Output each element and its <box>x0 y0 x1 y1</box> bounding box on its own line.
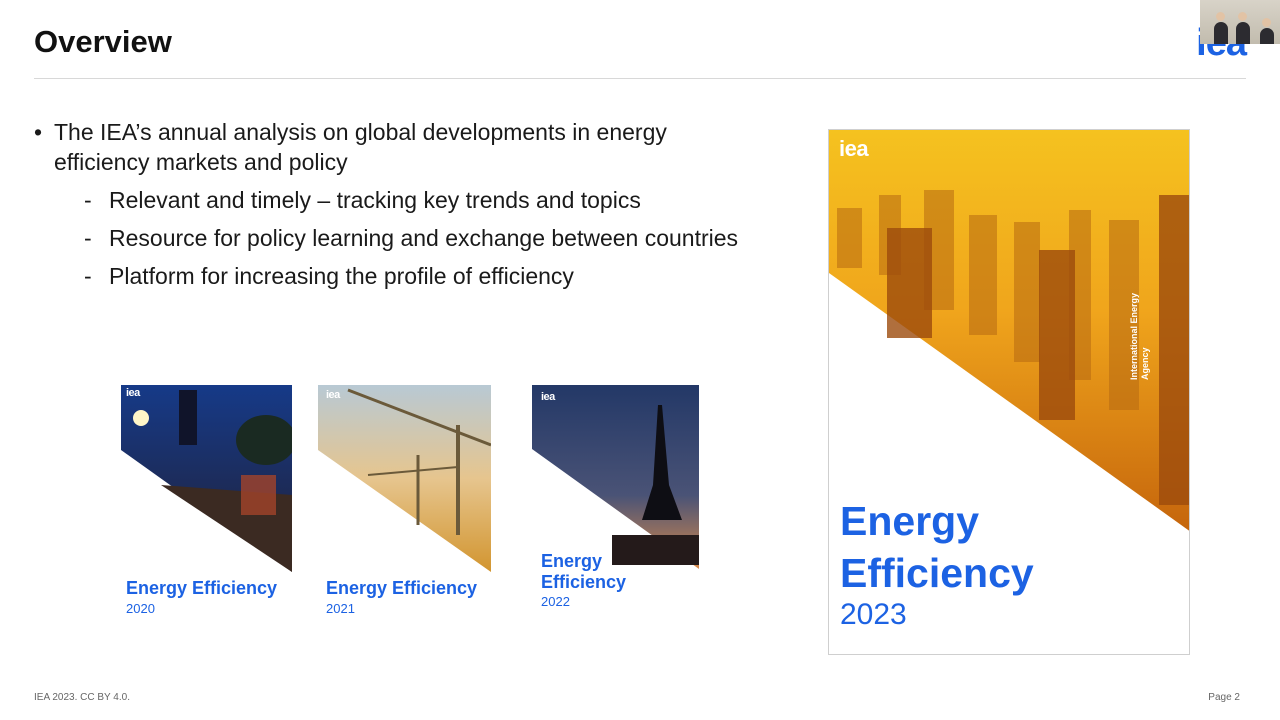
report-cover-2022: iea Energy Efficiency 2022 <box>532 385 699 615</box>
overview-bullets: • The IEA’s annual analysis on global de… <box>34 117 824 291</box>
report-cover-2020: iea Energy Efficiency 2020 <box>121 385 292 617</box>
cover-title-line2: Efficiency <box>840 550 1034 596</box>
sub-bullet-2: - Resource for policy learning and excha… <box>84 225 739 251</box>
sub-bullet-3: - Platform for increasing the profile of… <box>84 263 574 289</box>
report-cover-2023: iea International Energy Agency Energy E… <box>828 129 1190 655</box>
cover-logo: iea <box>839 136 869 161</box>
page-title: Overview <box>34 24 172 59</box>
cover-logo: iea <box>326 389 340 401</box>
cover-year: 2020 <box>126 601 155 616</box>
webcam-thumbnail[interactable] <box>1200 0 1280 44</box>
cover-title-line1: Energy <box>840 498 979 544</box>
report-cover-2021: iea Energy Efficiency 2021 <box>318 385 491 617</box>
cover-title-line1: Energy <box>541 551 603 571</box>
bullet-main-text: The IEA’s annual analysis on global deve… <box>54 119 667 175</box>
cover-title-line2: Efficiency <box>541 572 627 592</box>
footer-license: IEA 2023. CC BY 4.0. <box>34 692 130 703</box>
cover-logo: iea <box>541 391 555 403</box>
bullet-main: • The IEA’s annual analysis on global de… <box>34 117 824 177</box>
bullet-dot: • <box>34 119 43 145</box>
cover-title: Energy Efficiency <box>126 578 278 598</box>
sub-bullet-text: Platform for increasing the profile of e… <box>109 263 574 289</box>
cover-year: 2023 <box>840 598 907 631</box>
sub-bullet-text: Relevant and timely – tracking key trend… <box>109 187 641 213</box>
cover-title: Energy Efficiency <box>326 578 478 598</box>
cover-year: 2022 <box>541 594 570 609</box>
footer-page-number: Page 2 <box>1208 692 1240 703</box>
cover-year: 2021 <box>326 601 355 616</box>
sub-bullet-text: Resource for policy learning and exchang… <box>109 225 739 251</box>
sub-bullet-1: - Relevant and timely – tracking key tre… <box>84 187 641 213</box>
cover-logo: iea <box>126 387 140 399</box>
title-divider <box>34 78 1246 79</box>
cover-side-text: International Energy Agency <box>1129 292 1150 380</box>
